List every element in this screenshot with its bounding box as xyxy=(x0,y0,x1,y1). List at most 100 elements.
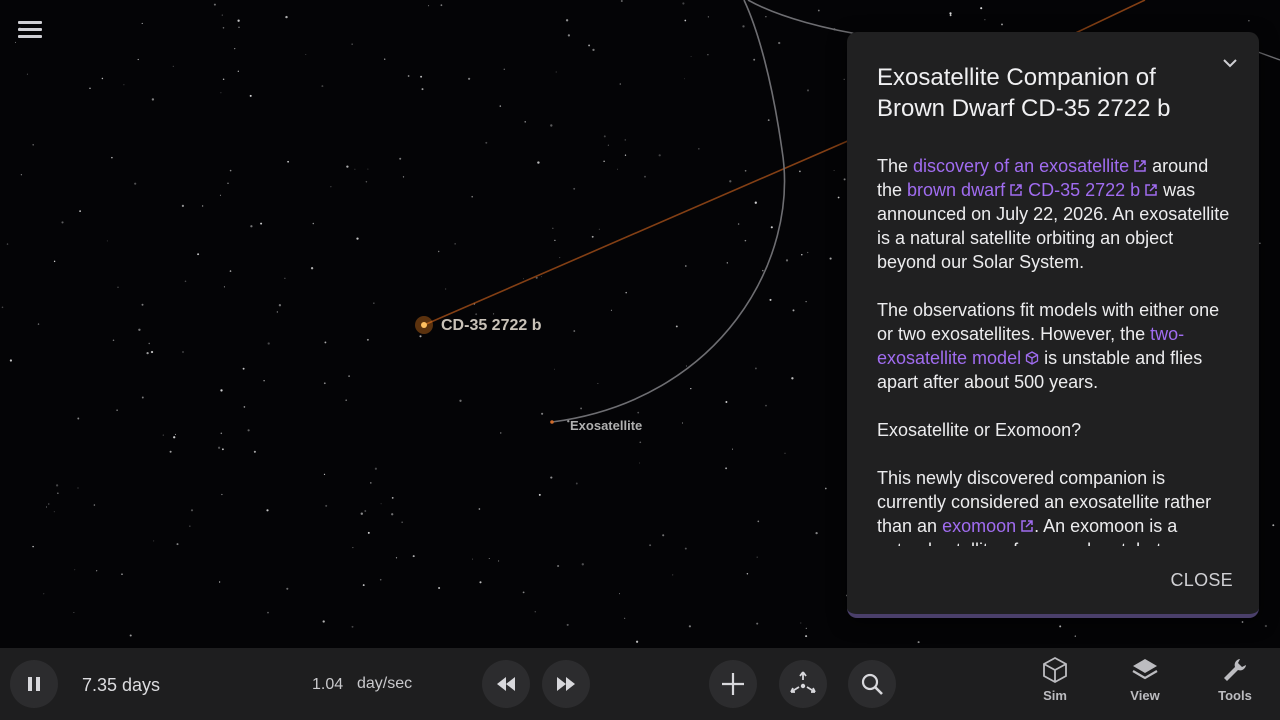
star xyxy=(815,531,818,535)
info-panel: Exosatellite Companion of Brown Dwarf CD… xyxy=(847,32,1259,618)
star xyxy=(639,462,641,464)
star xyxy=(688,625,692,628)
star xyxy=(380,503,382,505)
star xyxy=(190,509,194,512)
text: The xyxy=(877,156,914,176)
star xyxy=(134,182,137,185)
star xyxy=(55,484,59,487)
external-link-icon[interactable] xyxy=(1020,519,1034,533)
nav-label: View xyxy=(1130,688,1160,703)
star xyxy=(45,506,48,508)
star xyxy=(222,78,225,81)
center-view-button[interactable] xyxy=(779,660,827,708)
star xyxy=(360,512,363,515)
star xyxy=(438,250,440,253)
star xyxy=(767,119,770,122)
rate-value[interactable]: 1.04 xyxy=(312,676,343,694)
close-button[interactable]: CLOSE xyxy=(1170,570,1233,591)
star xyxy=(573,187,576,190)
star xyxy=(785,259,789,262)
external-link-icon[interactable] xyxy=(1133,159,1147,173)
star xyxy=(744,169,747,172)
star xyxy=(620,0,623,2)
star xyxy=(401,521,403,523)
star xyxy=(53,511,55,513)
star xyxy=(242,367,245,370)
star xyxy=(637,411,640,414)
rate-unit[interactable]: day/sec xyxy=(357,675,412,693)
star xyxy=(278,304,282,307)
star xyxy=(89,87,91,89)
brown-dwarf-link[interactable]: brown dwarf xyxy=(907,180,1005,200)
star xyxy=(478,508,481,510)
star xyxy=(213,3,216,6)
star xyxy=(817,9,820,12)
cube-icon[interactable] xyxy=(1025,351,1039,365)
star xyxy=(799,170,801,173)
exosatellite-label[interactable]: Exosatellite xyxy=(570,418,642,433)
star xyxy=(807,251,809,254)
star xyxy=(829,257,832,260)
star xyxy=(137,58,139,61)
chevron-down-icon[interactable] xyxy=(1219,52,1241,74)
pause-button[interactable] xyxy=(10,660,58,708)
star xyxy=(141,396,144,399)
star xyxy=(917,641,920,644)
layers-icon xyxy=(1132,659,1158,680)
search-button[interactable] xyxy=(848,660,896,708)
fast-forward-button[interactable] xyxy=(542,660,590,708)
star xyxy=(322,620,325,623)
external-link-icon[interactable] xyxy=(1009,183,1023,197)
nav-tools[interactable]: Tools xyxy=(1200,656,1270,716)
brown-dwarf-label[interactable]: CD-35 2722 b xyxy=(441,317,542,335)
star xyxy=(503,68,506,71)
star xyxy=(488,557,490,559)
star xyxy=(610,309,612,311)
rewind-button[interactable] xyxy=(482,660,530,708)
star xyxy=(391,513,394,516)
hamburger-menu-icon[interactable] xyxy=(16,18,44,44)
star xyxy=(649,544,652,547)
elapsed-time: 7.35 days xyxy=(82,675,161,695)
brown-dwarf-marker[interactable] xyxy=(421,322,427,328)
star xyxy=(690,387,692,390)
star xyxy=(554,368,555,370)
star xyxy=(617,168,618,170)
star xyxy=(367,531,370,534)
star xyxy=(454,243,456,245)
star xyxy=(101,77,104,80)
exomoon-link[interactable]: exomoon xyxy=(942,516,1016,536)
star xyxy=(250,225,253,228)
star xyxy=(762,269,764,272)
star xyxy=(559,257,561,259)
star xyxy=(57,492,59,494)
star xyxy=(467,77,471,80)
star xyxy=(267,342,270,345)
star xyxy=(603,160,605,162)
cd35-link[interactable]: CD-35 2722 b xyxy=(1028,180,1140,200)
star xyxy=(824,487,827,490)
nav-sim[interactable]: Sim xyxy=(1020,656,1090,716)
star xyxy=(121,573,123,575)
star xyxy=(263,380,265,382)
star xyxy=(690,55,692,57)
star xyxy=(323,382,326,385)
star xyxy=(420,75,423,78)
exosatellite-orbit xyxy=(551,0,786,423)
star xyxy=(843,178,846,181)
external-link-icon[interactable] xyxy=(1144,183,1158,197)
star xyxy=(197,253,200,256)
star xyxy=(588,44,591,47)
add-button[interactable] xyxy=(709,660,757,708)
outer-orbit-arc xyxy=(747,0,871,37)
star xyxy=(756,556,758,558)
exosatellite-marker[interactable] xyxy=(550,420,554,424)
star xyxy=(43,593,45,595)
panel-body[interactable]: The discovery of an exosatellite around … xyxy=(877,154,1233,546)
paragraph-models: The observations fit models with either … xyxy=(877,298,1233,394)
star xyxy=(658,154,661,157)
nav-view[interactable]: View xyxy=(1110,656,1180,716)
star xyxy=(493,313,495,315)
star xyxy=(729,180,732,183)
discovery-link[interactable]: discovery of an exosatellite xyxy=(913,156,1129,176)
